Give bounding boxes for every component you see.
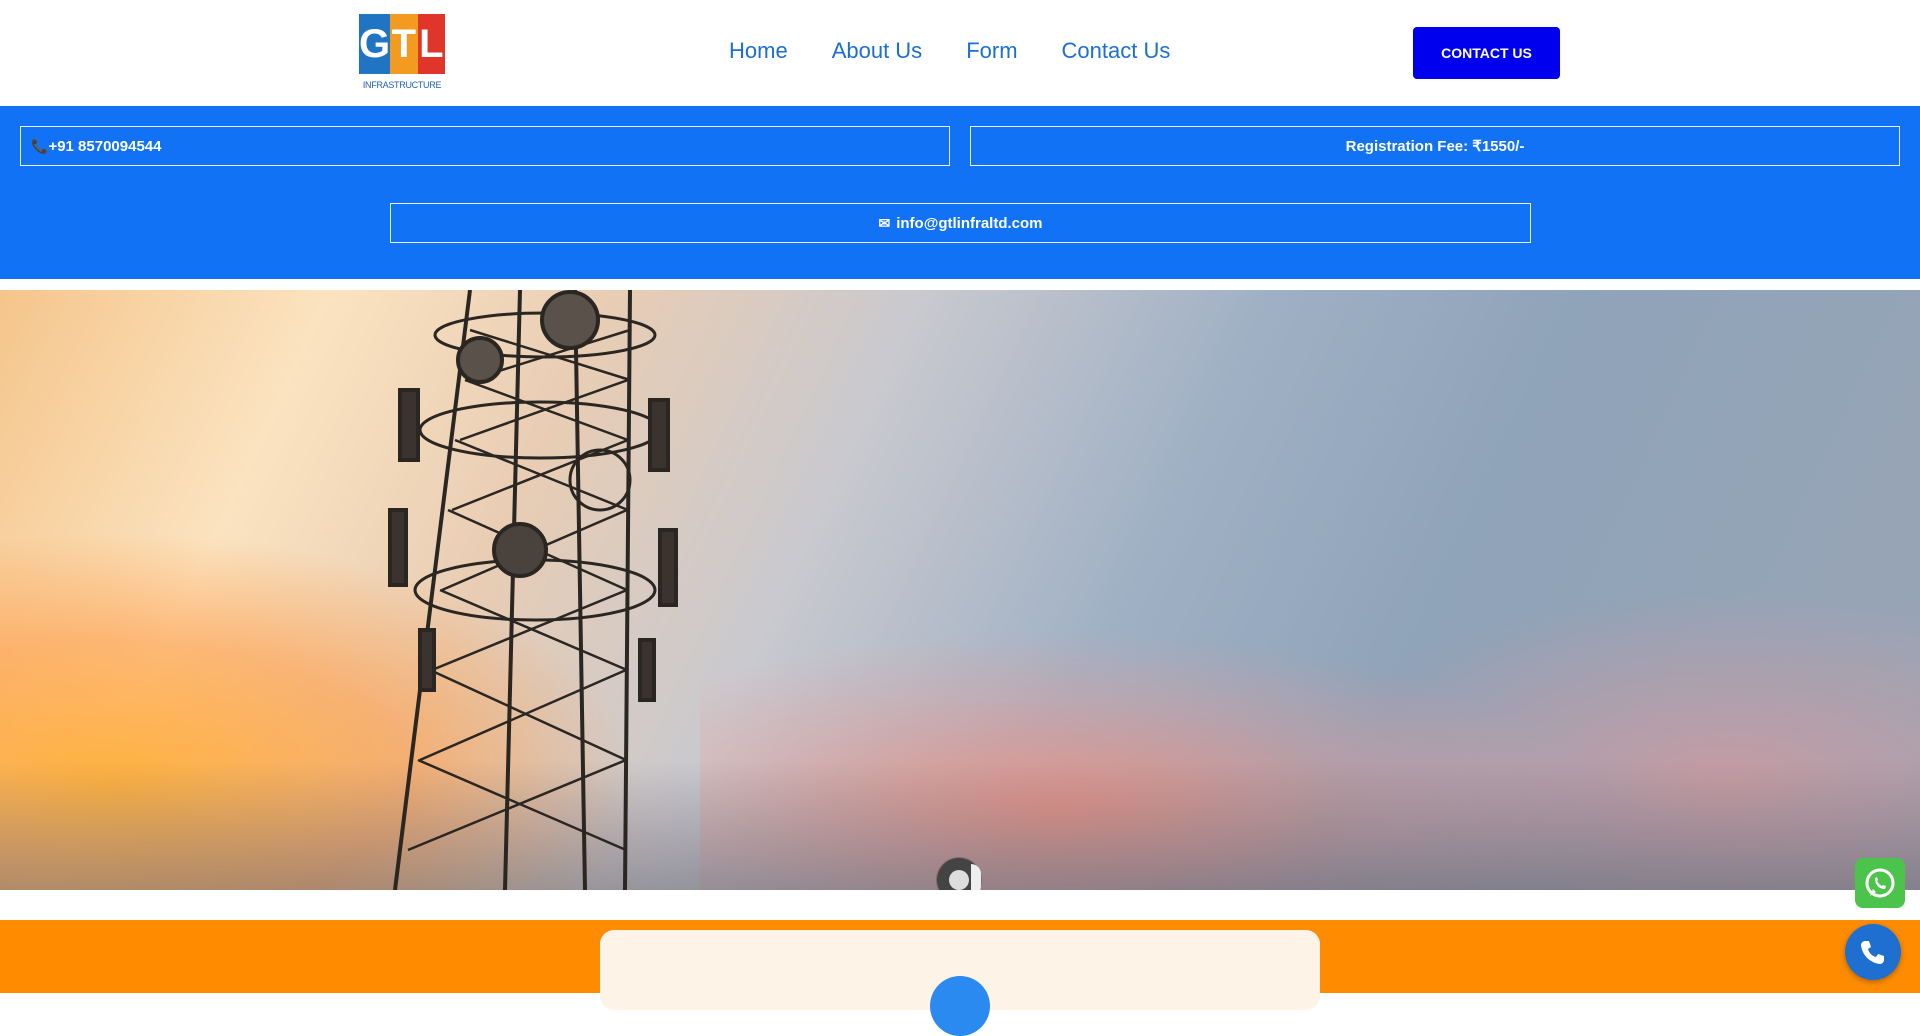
site-header: G T L INFRASTRUCTURE Home About Us Form … [0,0,1920,106]
logo-letter-g: G [359,14,391,74]
gtl-logo[interactable]: G T L INFRASTRUCTURE [359,14,445,92]
hero-banner [0,290,1920,890]
phone-call-icon[interactable] [1845,924,1901,980]
phone-icon: 📞 [31,137,49,154]
registration-fee-text: Registration Fee: ₹1550/- [1345,138,1525,155]
nav-contact-us[interactable]: Contact Us [1062,38,1171,64]
nav-home[interactable]: Home [729,38,788,64]
registration-fee-box: Registration Fee: ₹1550/- [970,126,1900,166]
logo-letter-l: L [417,14,445,74]
logo-letters: G T L [359,14,445,74]
logo-letter-t: T [390,14,418,74]
contact-us-button[interactable]: CONTACT US [1413,27,1560,79]
phone-glyph [1861,941,1884,964]
whatsapp-icon[interactable] [1855,858,1905,908]
card-icon-circle [930,976,990,1036]
logo-subtitle: INFRASTRUCTURE [362,80,442,90]
content-card [600,930,1320,1036]
main-nav: Home About Us Form Contact Us [729,38,1170,64]
phone-box[interactable]: 📞 +91 8570094544 [20,126,950,166]
nav-about-us[interactable]: About Us [832,38,923,64]
phone-number: +91 8570094544 [48,137,162,155]
email-box[interactable]: ✉ info@gtlinfraltd.com [390,203,1531,243]
info-bar: 📞 +91 8570094544 Registration Fee: ₹1550… [0,106,1920,279]
email-address: info@gtlinfraltd.com [896,214,1043,232]
nav-form[interactable]: Form [966,38,1017,64]
email-icon: ✉ [878,214,891,231]
telecom-tower-image [388,290,678,890]
whatsapp-glyph [1865,868,1895,898]
